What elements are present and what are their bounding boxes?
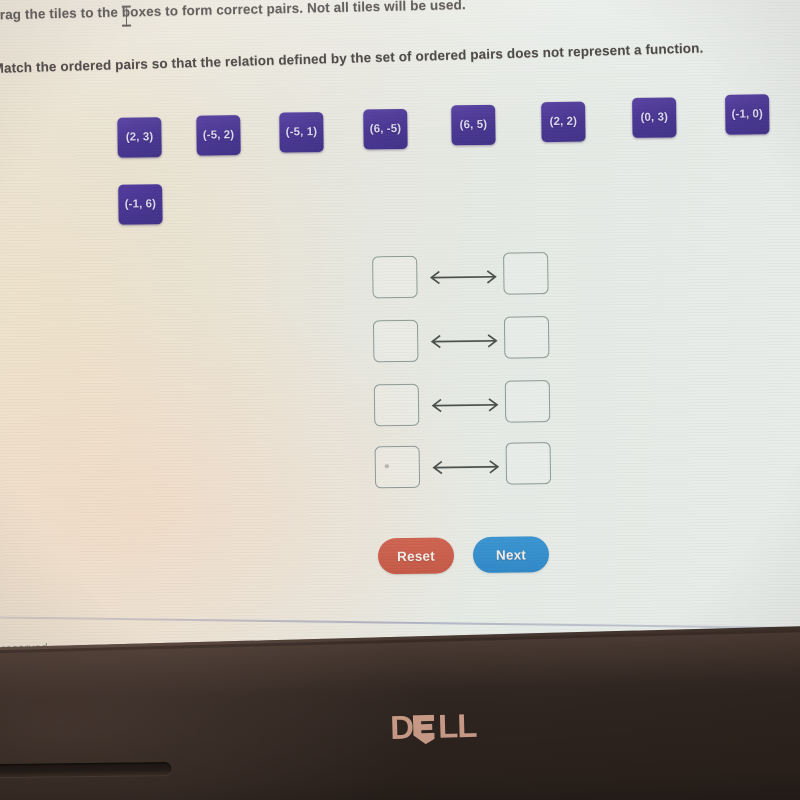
double-arrow-icon <box>424 269 502 286</box>
lesson-page: Drag the tiles to the boxes to form corr… <box>0 0 800 665</box>
instruction-line-2: Match the ordered pairs so that the rela… <box>0 40 704 76</box>
drop-box-left[interactable] <box>372 319 419 363</box>
tile-ordered-pair[interactable]: (2, 3) <box>117 117 162 158</box>
drop-box-left[interactable] <box>374 445 421 489</box>
double-arrow-icon <box>427 459 505 476</box>
drop-box-left[interactable] <box>372 255 418 299</box>
instruction-line-1: Drag the tiles to the boxes to form corr… <box>0 0 466 23</box>
dell-logo-ll: LL <box>437 706 477 745</box>
footer-divider <box>0 615 800 630</box>
tile-ordered-pair[interactable]: (6, 5) <box>451 104 496 146</box>
tile-ordered-pair[interactable]: (-1, 0) <box>725 94 770 135</box>
dell-logo-d: D <box>389 708 414 747</box>
tile-ordered-pair[interactable]: (0, 3) <box>632 97 677 138</box>
dell-logo: D LL <box>390 707 477 747</box>
tile-ordered-pair[interactable]: (6, -5) <box>363 108 408 150</box>
tile-ordered-pair[interactable]: (2, 2) <box>541 101 586 143</box>
laptop-screen: Drag the tiles to the boxes to form corr… <box>0 0 800 668</box>
drop-box-right[interactable] <box>503 316 550 359</box>
tile-ordered-pair[interactable]: (-1, 6) <box>118 184 163 225</box>
drop-box-right[interactable] <box>505 442 552 485</box>
double-arrow-icon <box>425 333 503 350</box>
screenshot-root: Drag the tiles to the boxes to form corr… <box>0 0 800 800</box>
drop-box-left[interactable] <box>373 383 420 427</box>
next-button[interactable]: Next <box>472 536 550 574</box>
double-arrow-icon <box>426 397 504 414</box>
bezel-vent-slot <box>0 762 172 778</box>
tile-ordered-pair[interactable]: (-5, 2) <box>196 115 241 156</box>
laptop-bezel: D LL <box>0 624 800 800</box>
tile-ordered-pair[interactable]: (-5, 1) <box>279 112 324 153</box>
drop-box-right[interactable] <box>504 380 551 423</box>
drop-box-right[interactable] <box>503 252 549 295</box>
dell-logo-slanted-e-icon <box>412 710 440 744</box>
reset-button[interactable]: Reset <box>377 537 455 575</box>
